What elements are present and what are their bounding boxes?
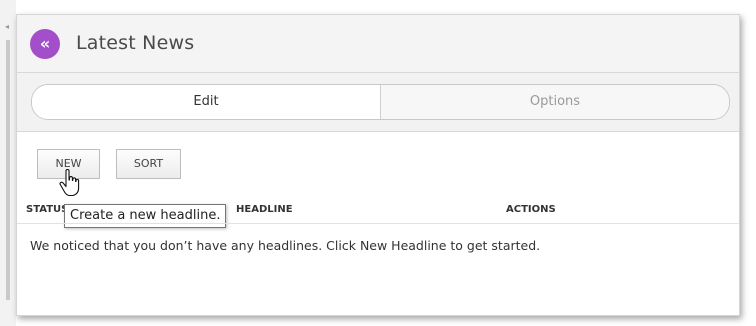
- latest-news-panel: « Latest News Edit Options NEW SORT STAT…: [16, 14, 740, 316]
- back-button[interactable]: «: [30, 29, 60, 59]
- tab-edit[interactable]: Edit: [32, 85, 381, 119]
- hand-pointer-cursor-icon: [59, 169, 80, 197]
- left-edge-strip: ◂: [0, 0, 16, 326]
- tab-options[interactable]: Options: [381, 85, 729, 119]
- collapse-arrow-icon: ◂: [5, 22, 10, 31]
- page-title: Latest News: [76, 32, 195, 54]
- scrollbar[interactable]: [6, 40, 10, 300]
- tab-band: Edit Options: [17, 73, 739, 132]
- panel-header: « Latest News: [17, 15, 739, 73]
- column-header-headline[interactable]: HEADLINE: [236, 204, 293, 215]
- tab-bar: Edit Options: [31, 84, 730, 120]
- column-header-status[interactable]: STATUS: [26, 204, 68, 215]
- new-button-tooltip: Create a new headline.: [64, 204, 227, 228]
- sort-button[interactable]: SORT: [116, 149, 181, 179]
- chevron-double-left-icon: «: [39, 34, 51, 53]
- header-divider: [17, 223, 739, 224]
- column-header-actions: ACTIONS: [506, 204, 556, 215]
- empty-state-message: We noticed that you don’t have any headl…: [30, 238, 541, 253]
